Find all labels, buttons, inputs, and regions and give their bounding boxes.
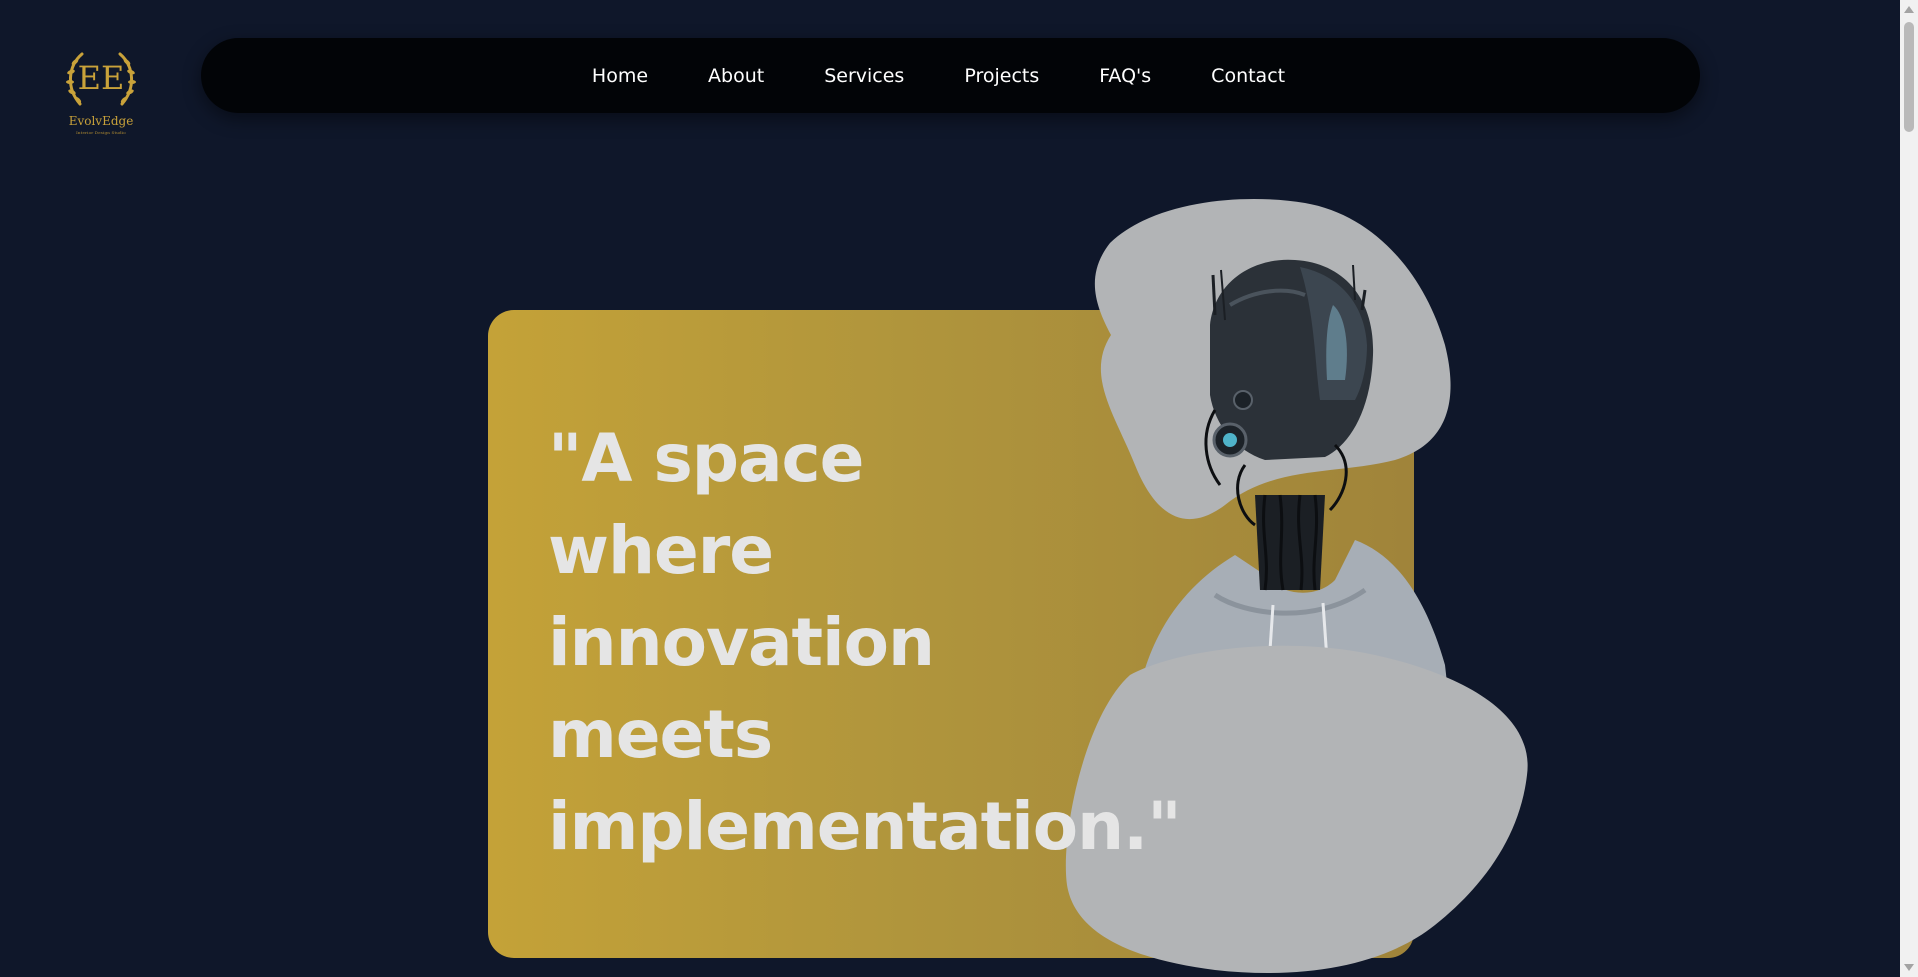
brand-name: EvolvEdge	[68, 114, 134, 128]
nav-item-services[interactable]: Services	[794, 65, 934, 87]
nav-item-about[interactable]: About	[678, 65, 794, 87]
main-navbar: Home About Services Projects FAQ's Conta…	[201, 38, 1700, 113]
nav-item-contact[interactable]: Contact	[1181, 65, 1315, 87]
nav-item-projects[interactable]: Projects	[934, 65, 1069, 87]
hero-quote-line: "A space	[548, 420, 864, 497]
nav-item-home[interactable]: Home	[562, 65, 678, 87]
hero-quote-line: meets	[548, 696, 773, 773]
svg-text:EE: EE	[78, 59, 125, 97]
page-scrollbar[interactable]	[1900, 0, 1918, 977]
nav-item-faqs[interactable]: FAQ's	[1069, 65, 1181, 87]
brand-logo[interactable]: EE EvolvEdge Interior Design Studio	[58, 44, 144, 140]
scroll-up-arrow-icon[interactable]	[1904, 6, 1914, 13]
laurel-wreath-icon: EE	[66, 52, 136, 106]
hero-quote-line: innovation	[548, 604, 935, 681]
brand-tagline: Interior Design Studio	[76, 130, 126, 135]
hero-quote-line: implementation."	[548, 788, 1182, 865]
hero-quote-line: where	[548, 512, 774, 589]
hero-quote: "A space where innovation meets implemen…	[548, 413, 1268, 873]
scroll-down-arrow-icon[interactable]	[1904, 964, 1914, 971]
scrollbar-thumb[interactable]	[1904, 22, 1914, 132]
nav-links: Home About Services Projects FAQ's Conta…	[562, 65, 1315, 87]
